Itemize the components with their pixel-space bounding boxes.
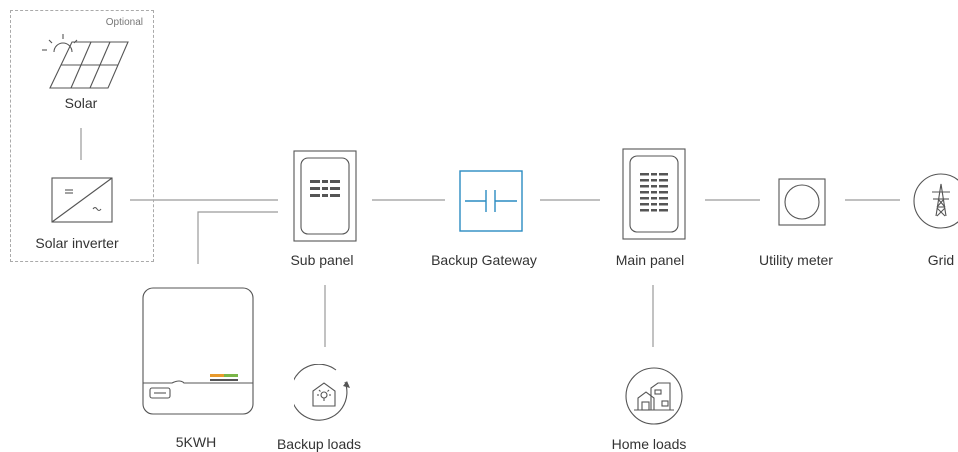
solar-inverter-label: Solar inverter — [35, 235, 119, 251]
main-panel-icon — [622, 148, 686, 240]
main-panel-label: Main panel — [615, 252, 685, 268]
sub-panel-icon — [293, 150, 357, 242]
grid-tower-icon — [913, 173, 958, 229]
battery-brand-mark-orange — [210, 374, 224, 377]
battery-label: 5KWH — [175, 434, 217, 450]
solar-label: Solar — [64, 95, 98, 111]
gateway-icon[interactable] — [459, 170, 523, 232]
utility-meter-label: Utility meter — [759, 252, 833, 268]
battery-to-subpanel-line — [197, 211, 278, 264]
grid-label: Grid — [927, 252, 955, 268]
home-loads-icon — [625, 367, 683, 425]
solar-panel-icon — [42, 34, 129, 89]
backup-gateway-label: Backup Gateway — [431, 252, 537, 268]
sub-panel-label: Sub panel — [290, 252, 354, 268]
optional-label: Optional — [105, 17, 143, 28]
backup-loads-icon — [294, 364, 350, 421]
battery-brand-mark-green — [224, 374, 238, 377]
inverter-icon — [51, 177, 113, 223]
battery-icon — [142, 287, 254, 415]
meter-icon — [778, 178, 826, 226]
